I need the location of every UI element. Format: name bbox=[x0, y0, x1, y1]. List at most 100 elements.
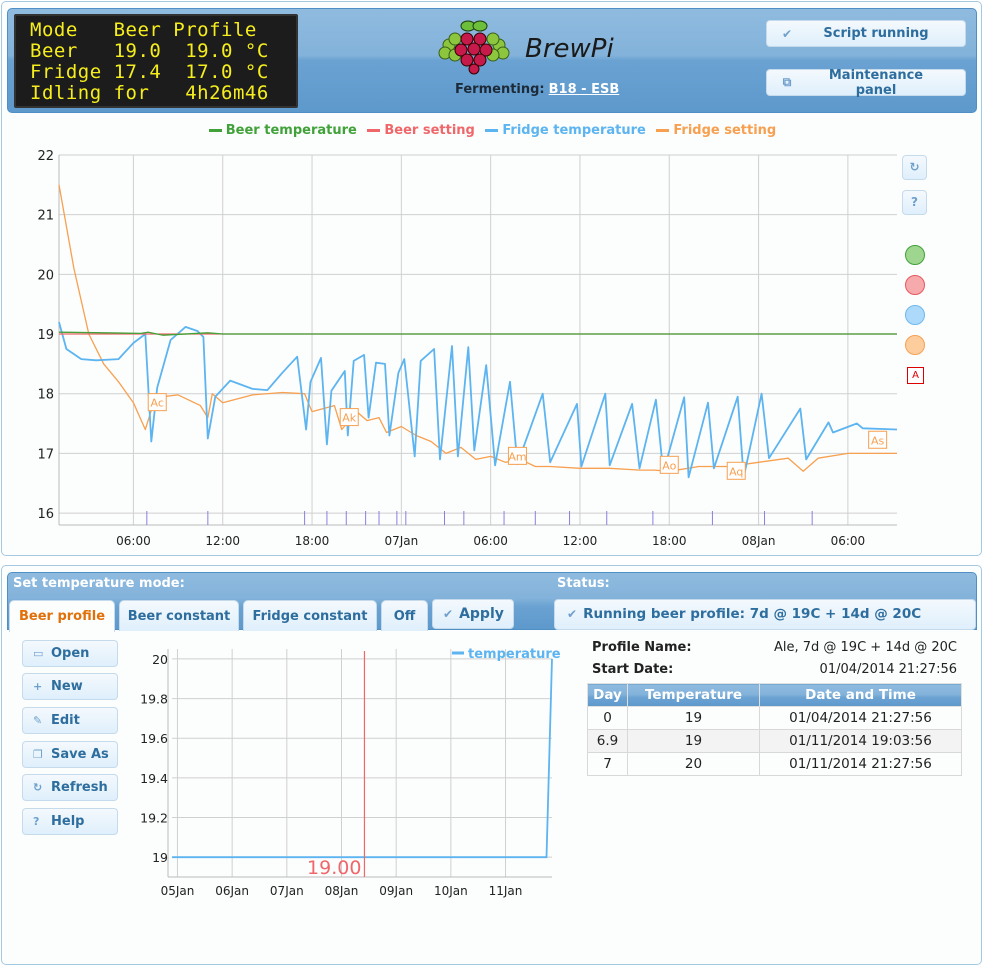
start-date-row: Start Date: 01/04/2014 21:27:56 bbox=[592, 662, 957, 680]
plus-icon: + bbox=[33, 680, 43, 693]
y-tick-label: 20 bbox=[37, 268, 54, 283]
button-label: New bbox=[51, 679, 83, 694]
profile-name-row: Profile Name: Ale, 7d @ 19C + 14d @ 20C bbox=[592, 640, 957, 658]
edit-profile-button[interactable]: ✎ Edit bbox=[22, 707, 118, 734]
lcd-line: Mode Beer Profile bbox=[30, 19, 257, 41]
annotations-toggle[interactable]: A bbox=[907, 367, 924, 384]
y-tick-label: 21 bbox=[37, 209, 54, 224]
annotation-marker: Aq bbox=[726, 461, 746, 480]
wrench-icon: ✎ bbox=[33, 714, 43, 727]
column-header-temperature: Temperature bbox=[627, 683, 760, 707]
table-row[interactable]: 0 19 01/04/2014 21:27:56 bbox=[587, 706, 962, 730]
top-panel: Mode Beer Profile Beer 19.0 19.0 °C Fridge… bbox=[1, 1, 982, 556]
annotation-marker: Am bbox=[507, 446, 527, 465]
apply-label: Apply bbox=[459, 606, 504, 622]
cell-temperature: 19 bbox=[627, 706, 760, 730]
temperature-chart[interactable]: 16 17 18 19 20 21 22 06:00 12:00 18:00 07Jan 06:00 1… bbox=[22, 147, 902, 552]
refresh-chart-button[interactable]: ↻ bbox=[902, 155, 927, 180]
start-date-label: Start Date: bbox=[592, 662, 674, 677]
check-icon: ✔ bbox=[567, 607, 578, 621]
annotation-label: Ao bbox=[662, 459, 676, 472]
series-beer-temperature bbox=[58, 331, 897, 336]
y-tick-label: 19.6 bbox=[140, 731, 168, 746]
tab-beer-constant[interactable]: Beer constant bbox=[119, 600, 239, 631]
x-tick-label: 06:00 bbox=[831, 534, 866, 548]
new-profile-button[interactable]: + New bbox=[22, 673, 118, 700]
status-title: Status: bbox=[557, 576, 610, 591]
profile-name-label: Profile Name: bbox=[592, 640, 692, 655]
toggle-fridge-setting[interactable] bbox=[905, 335, 925, 355]
profile-chart[interactable]: 19 19.2 19.4 19.6 19.8 20 05Jan 06Jan 07Jan 08Jan… bbox=[132, 641, 567, 926]
y-tick-label: 20 bbox=[152, 652, 168, 667]
help-button[interactable]: ? Help bbox=[22, 808, 118, 835]
status-message: ✔ Running beer profile: 7d @ 19C + 14d @ … bbox=[554, 599, 976, 630]
toggle-fridge-temperature[interactable] bbox=[905, 305, 925, 325]
x-tick-label: 07Jan bbox=[270, 884, 304, 898]
cell-temperature: 19 bbox=[627, 729, 760, 753]
annotation-label: Ac bbox=[151, 397, 164, 410]
chart-help-button[interactable]: ? bbox=[902, 190, 927, 215]
series-fridge-temperature bbox=[58, 321, 898, 479]
x-tick-label: 10Jan bbox=[434, 884, 468, 898]
brewpi-logo: BrewPi bbox=[433, 15, 633, 79]
status-text: Running beer profile: 7d @ 19C + 14d @ 2… bbox=[583, 606, 922, 622]
legend-beer-temperature[interactable]: Beer temperature bbox=[208, 123, 357, 138]
annotation-label: As bbox=[871, 434, 885, 447]
open-profile-button[interactable]: ▭ Open bbox=[22, 640, 118, 667]
tab-beer-profile[interactable]: Beer profile bbox=[9, 600, 115, 632]
legend-label: Fridge setting bbox=[673, 123, 777, 138]
y-tick-label: 18 bbox=[37, 388, 54, 403]
toggle-beer-temperature[interactable] bbox=[905, 245, 925, 265]
x-tick-label: 12:00 bbox=[563, 534, 598, 548]
legend-beer-setting[interactable]: Beer setting bbox=[367, 123, 475, 138]
check-icon: ✔ bbox=[443, 607, 454, 621]
table-row[interactable]: 6.9 19 01/11/2014 19:03:56 bbox=[587, 729, 962, 753]
lcd-line: Idling for 4h26m46 bbox=[30, 82, 269, 104]
help-icon: ? bbox=[911, 195, 918, 209]
maintenance-panel-label: Maintenance panel bbox=[828, 67, 924, 98]
x-tick-label: 12:00 bbox=[205, 534, 240, 548]
raspberry-icon bbox=[454, 20, 493, 75]
profile-chart-legend: temperature bbox=[452, 647, 561, 662]
fermenting-info: Fermenting: B18 - ESB bbox=[455, 82, 619, 97]
y-tick-label: 19 bbox=[37, 328, 54, 343]
status-bar: Status: ✔ Running beer profile: 7d @ 19C … bbox=[552, 572, 977, 630]
x-tick-label: 09Jan bbox=[379, 884, 413, 898]
chart-legend: Beer temperature Beer setting Fridge tem… bbox=[2, 123, 983, 138]
button-label: Edit bbox=[51, 713, 80, 728]
annotation-marker: Ak bbox=[339, 408, 359, 427]
table-row[interactable]: 7 20 01/11/2014 21:27:56 bbox=[587, 752, 962, 776]
column-header-day: Day bbox=[587, 683, 628, 707]
maintenance-panel-button[interactable]: ⧉ Maintenance panel bbox=[766, 67, 966, 98]
y-tick-label: 16 bbox=[37, 507, 54, 522]
y-tick-label: 19.4 bbox=[140, 771, 168, 786]
toggle-beer-setting[interactable] bbox=[905, 275, 925, 295]
beer-name-link[interactable]: B18 - ESB bbox=[549, 82, 620, 97]
button-label: Help bbox=[51, 814, 85, 829]
y-tick-label: 17 bbox=[37, 447, 54, 462]
cell-day: 7 bbox=[587, 752, 628, 776]
x-tick-label: 18:00 bbox=[652, 534, 687, 548]
button-label: Save As bbox=[51, 747, 109, 762]
save-as-button[interactable]: ❐ Save As bbox=[22, 741, 118, 768]
legend-fridge-temperature[interactable]: Fridge temperature bbox=[485, 123, 646, 138]
refresh-icon: ↻ bbox=[33, 781, 43, 794]
folder-open-icon: ▭ bbox=[33, 647, 44, 660]
x-tick-label: 08Jan bbox=[742, 534, 776, 548]
script-running-button[interactable]: ✔ Script running bbox=[766, 20, 966, 47]
annotation-marker: Ac bbox=[147, 393, 167, 412]
x-tick-label: 11Jan bbox=[489, 884, 523, 898]
x-tick-label: 07Jan bbox=[384, 534, 418, 548]
logo-text: BrewPi bbox=[525, 34, 614, 64]
lcd-display: Mode Beer Profile Beer 19.0 19.0 °C Fridge… bbox=[14, 14, 298, 108]
tab-off[interactable]: Off bbox=[381, 600, 428, 631]
window-icon: ⧉ bbox=[782, 75, 792, 89]
tab-fridge-constant[interactable]: Fridge constant bbox=[243, 600, 377, 631]
legend-fridge-setting[interactable]: Fridge setting bbox=[656, 123, 776, 138]
legend-label: Fridge temperature bbox=[502, 123, 646, 138]
check-icon: ✔ bbox=[781, 26, 793, 41]
apply-button[interactable]: ✔ Apply bbox=[432, 599, 514, 629]
cell-date-time: 01/04/2014 21:27:56 bbox=[759, 706, 962, 730]
lcd-line: Beer 19.0 19.0 °C bbox=[30, 40, 269, 62]
refresh-profile-button[interactable]: ↻ Refresh bbox=[22, 774, 118, 801]
